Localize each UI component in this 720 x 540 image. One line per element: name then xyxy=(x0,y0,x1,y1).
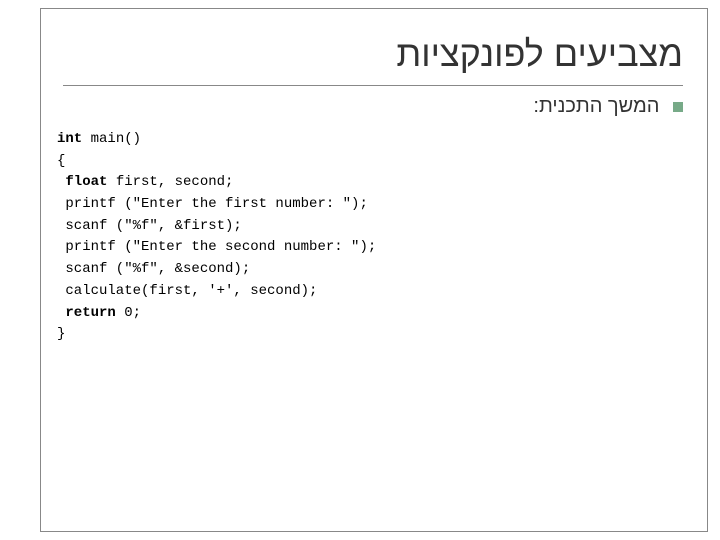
code-text: scanf ("%f", &first); xyxy=(57,218,242,234)
code-text: calculate(first, '+', second); xyxy=(57,283,317,299)
code-keyword: return xyxy=(57,305,116,321)
bullet-icon xyxy=(673,102,683,112)
slide: מצביעים לפונקציות המשך התכנית: int main(… xyxy=(0,0,720,540)
subtitle-line: המשך התכנית: xyxy=(533,95,683,118)
code-keyword: int xyxy=(57,131,82,147)
code-text: } xyxy=(57,326,65,342)
code-text: scanf ("%f", &second); xyxy=(57,261,250,277)
slide-title: מצביעים לפונקציות xyxy=(63,25,683,86)
code-text: printf ("Enter the first number: "); xyxy=(57,196,368,212)
code-text: 0; xyxy=(116,305,141,321)
subtitle-text: המשך התכנית: xyxy=(533,95,659,117)
code-keyword: float xyxy=(57,174,107,190)
code-text: first, second; xyxy=(107,174,233,190)
code-text: main() xyxy=(82,131,141,147)
content-frame: מצביעים לפונקציות המשך התכנית: int main(… xyxy=(40,8,708,532)
code-block: int main() { float first, second; printf… xyxy=(57,129,376,346)
title-area: מצביעים לפונקציות xyxy=(63,25,683,86)
code-text: { xyxy=(57,153,65,169)
code-text: printf ("Enter the second number: "); xyxy=(57,239,376,255)
